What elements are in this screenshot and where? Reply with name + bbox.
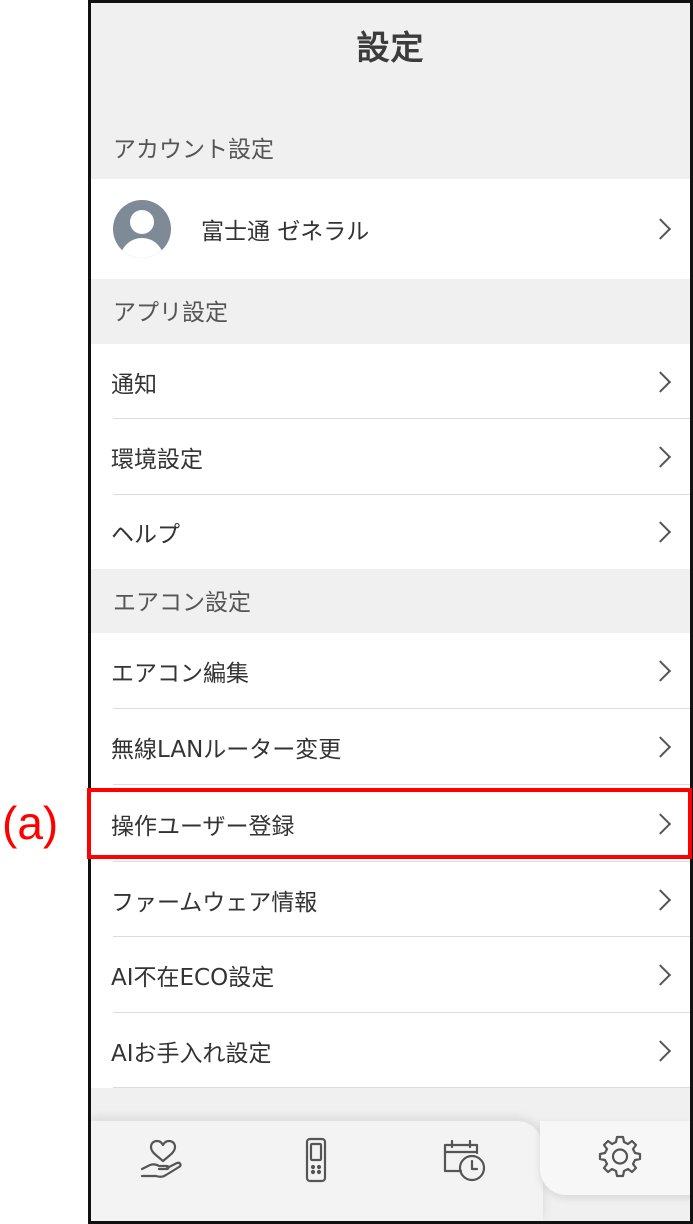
gear-icon[interactable] — [595, 1131, 645, 1181]
settings-screen: 設定 アカウント設定 富士通 ゼネラル アプリ設定 通知 環境設定 ヘルプ エア… — [88, 0, 693, 1224]
menu-item-ai-eco[interactable]: AI不在ECO設定 — [91, 937, 690, 1013]
calendar-clock-icon[interactable] — [439, 1135, 489, 1185]
section-header-app: アプリ設定 — [113, 300, 228, 326]
menu-item-help[interactable]: ヘルプ — [91, 495, 690, 569]
menu-item-label: AIお手入れ設定 — [111, 1040, 272, 1067]
menu-item-router-change[interactable]: 無線LANルーター変更 — [91, 709, 690, 785]
highlight-box — [87, 788, 692, 859]
chevron-right-icon — [649, 964, 672, 986]
page-title: 設定 — [356, 28, 425, 67]
menu-item-label: ファームウェア情報 — [111, 889, 318, 916]
heart-hand-icon[interactable] — [138, 1135, 188, 1185]
menu-item-label: 環境設定 — [111, 447, 203, 473]
bottom-navigation — [91, 1121, 690, 1221]
menu-item-label: AI不在ECO設定 — [111, 965, 275, 991]
chevron-right-icon — [649, 888, 672, 911]
menu-item-notification[interactable]: 通知 — [91, 344, 690, 419]
menu-item-preferences[interactable]: 環境設定 — [91, 419, 690, 495]
menu-item-label: ヘルプ — [111, 522, 180, 548]
account-user-name: 富士通 ゼネラル — [201, 219, 370, 245]
menu-item-firmware-info[interactable]: ファームウェア情報 — [91, 862, 690, 937]
remote-control-icon[interactable] — [291, 1135, 341, 1185]
menu-item-label: 無線LANルーター変更 — [111, 737, 342, 763]
menu-item-ai-cleaning[interactable]: AIお手入れ設定 — [91, 1013, 690, 1088]
menu-item-label: 通知 — [111, 371, 157, 398]
chevron-right-icon — [649, 370, 672, 393]
callout-label: (a) — [2, 797, 59, 849]
chevron-right-icon — [649, 446, 672, 468]
account-user-row[interactable]: 富士通 ゼネラル — [91, 179, 690, 279]
chevron-right-icon — [649, 218, 672, 240]
chevron-right-icon — [649, 1039, 672, 1062]
chevron-right-icon — [649, 521, 672, 543]
avatar-icon — [113, 200, 171, 258]
section-header-aircon: エアコン設定 — [113, 590, 251, 616]
chevron-right-icon — [649, 736, 672, 758]
menu-item-label: エアコン編集 — [111, 661, 249, 687]
menu-item-aircon-edit[interactable]: エアコン編集 — [91, 633, 690, 709]
chevron-right-icon — [649, 660, 672, 682]
section-header-account: アカウント設定 — [113, 137, 274, 163]
